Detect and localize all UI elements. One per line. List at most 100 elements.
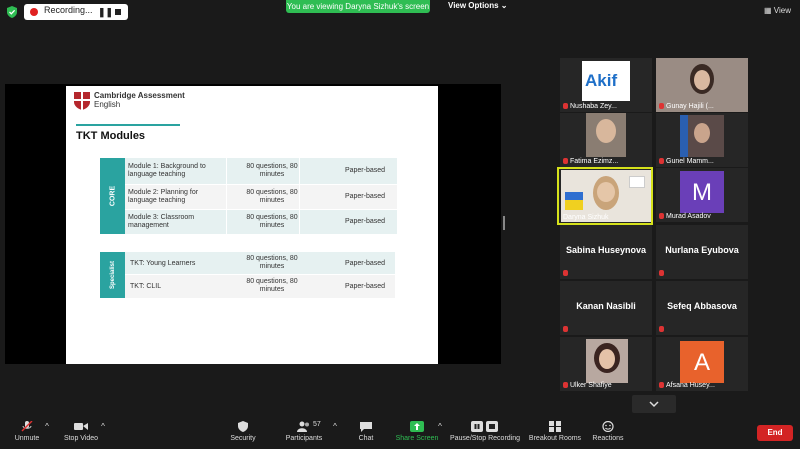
share-screen-label: Share Screen bbox=[395, 435, 439, 442]
view-button[interactable]: ▦ View bbox=[764, 6, 791, 15]
slide-title: TKT Modules bbox=[76, 130, 146, 142]
participant-tile[interactable]: Gunel Mamm... bbox=[656, 113, 748, 167]
format-cell: Paper-based bbox=[344, 218, 386, 225]
questions-cell: 80 questions, 80 minutes bbox=[246, 255, 298, 270]
smiley-icon bbox=[602, 421, 614, 432]
table-row: TKT: CLIL 80 questions, 80 minutes Paper… bbox=[125, 275, 395, 298]
presentation-slide: Cambridge Assessment English TKT Modules… bbox=[66, 86, 438, 364]
shield-icon bbox=[238, 421, 248, 432]
chevron-down-icon bbox=[649, 401, 659, 408]
end-meeting-button[interactable]: End bbox=[757, 425, 793, 441]
participant-name: Kanan Nasibli bbox=[576, 301, 636, 311]
chat-bubble-icon bbox=[360, 422, 372, 432]
pause-stop-recording-button[interactable]: Pause/Stop Recording bbox=[449, 421, 521, 442]
recording-indicator: Recording... ❚❚ bbox=[24, 4, 128, 20]
muted-mic-icon bbox=[563, 158, 568, 164]
video-camera-icon bbox=[74, 423, 88, 430]
view-options-menu[interactable]: View Options ⌄ bbox=[448, 1, 507, 10]
meeting-toolbar: Unmute ^ Stop Video ^ Security Participa… bbox=[0, 416, 800, 449]
participant-tile[interactable]: Sefeq Abbasova bbox=[656, 281, 748, 335]
participant-tile[interactable]: Nurlana Eyubova bbox=[656, 225, 748, 279]
participant-name: Nushaba Zey... bbox=[570, 103, 617, 110]
breakout-rooms-label: Breakout Rooms bbox=[528, 435, 582, 442]
share-screen-button[interactable]: Share Screen bbox=[394, 421, 440, 442]
participant-logo: Akif bbox=[582, 61, 630, 101]
unmute-button[interactable]: Unmute bbox=[10, 421, 44, 442]
questions-cell: 80 questions, 80 minutes bbox=[246, 163, 298, 178]
muted-mic-icon bbox=[563, 103, 568, 109]
format-cell: Paper-based bbox=[344, 260, 386, 267]
module-cell: TKT: Young Learners bbox=[130, 260, 196, 267]
muted-mic-icon bbox=[21, 421, 33, 432]
participant-tile[interactable]: Akif Nushaba Zey... bbox=[560, 58, 652, 112]
table-row: Module 2: Planning for language teaching… bbox=[125, 185, 397, 209]
pause-recording-icon[interactable]: ❚❚ bbox=[98, 7, 113, 18]
logo-text: Akif bbox=[585, 71, 618, 90]
brand-name: Cambridge Assessment bbox=[94, 91, 185, 100]
column-divider bbox=[299, 158, 300, 234]
muted-mic-icon bbox=[659, 213, 664, 219]
participant-avatar: M bbox=[680, 171, 724, 213]
participants-options-caret[interactable]: ^ bbox=[330, 422, 340, 431]
column-divider bbox=[226, 158, 227, 234]
muted-mic-icon bbox=[659, 382, 664, 388]
video-options-caret[interactable]: ^ bbox=[98, 422, 108, 431]
module-cell: Module 3: Classroom management bbox=[128, 214, 195, 229]
participant-tile[interactable]: Kanan Nasibli bbox=[560, 281, 652, 335]
reactions-label: Reactions bbox=[592, 435, 624, 442]
breakout-rooms-button[interactable]: Breakout Rooms bbox=[528, 421, 582, 442]
security-button[interactable]: Security bbox=[226, 421, 260, 442]
module-cell: Module 2: Planning for language teaching bbox=[128, 189, 199, 204]
questions-cell: 80 questions, 80 minutes bbox=[246, 278, 298, 293]
pause-stop-recording-label: Pause/Stop Recording bbox=[449, 435, 521, 442]
splitter-handle[interactable] bbox=[503, 216, 505, 230]
core-label: CORE bbox=[109, 185, 116, 207]
participant-tile-active-speaker[interactable]: Daryna Sizhuk bbox=[557, 167, 653, 225]
participant-name: Ulker Shafiye bbox=[570, 382, 612, 389]
chat-button[interactable]: Chat bbox=[352, 421, 380, 442]
muted-mic-icon bbox=[659, 326, 664, 332]
viewing-banner: You are viewing Daryna Sizhuk's screen bbox=[286, 0, 430, 13]
table-row: TKT: Young Learners 80 questions, 80 min… bbox=[125, 252, 395, 274]
participants-icon bbox=[297, 421, 309, 432]
pause-stop-icon bbox=[471, 421, 498, 432]
share-options-caret[interactable]: ^ bbox=[435, 422, 445, 431]
muted-mic-icon bbox=[659, 158, 664, 164]
participant-avatar: A bbox=[680, 341, 724, 383]
muted-mic-icon bbox=[563, 326, 568, 332]
stop-video-button[interactable]: Stop Video bbox=[60, 421, 102, 442]
participant-name: Sefeq Abbasova bbox=[667, 301, 737, 311]
muted-mic-icon bbox=[659, 103, 664, 109]
participant-tile[interactable]: Ulker Shafiye bbox=[560, 337, 652, 391]
participant-name: Afsana Husey... bbox=[666, 382, 715, 389]
gallery-next-page-button[interactable] bbox=[632, 395, 676, 413]
format-cell: Paper-based bbox=[344, 193, 386, 200]
recording-label: Recording... bbox=[44, 5, 93, 15]
security-label: Security bbox=[230, 435, 256, 442]
stop-recording-icon[interactable] bbox=[115, 9, 121, 15]
muted-mic-icon bbox=[563, 270, 568, 276]
participant-tile[interactable]: Fatima Ezimz... bbox=[560, 113, 652, 167]
participants-label: Participants bbox=[285, 435, 323, 442]
chat-label: Chat bbox=[358, 435, 374, 442]
participant-name: Gunay Hajili (... bbox=[666, 103, 714, 110]
cambridge-shield-logo bbox=[74, 92, 90, 110]
questions-cell: 80 questions, 80 minutes bbox=[246, 189, 298, 204]
recording-dot-icon bbox=[30, 8, 38, 16]
avatar-initial: M bbox=[692, 179, 712, 206]
reactions-button[interactable]: Reactions bbox=[591, 421, 625, 442]
participant-tile[interactable]: Gunay Hajili (... bbox=[656, 58, 748, 112]
questions-cell: 80 questions, 80 minutes bbox=[246, 214, 298, 229]
shield-icon[interactable] bbox=[6, 6, 18, 18]
title-underline bbox=[76, 124, 180, 126]
format-cell: Paper-based bbox=[344, 283, 386, 290]
specialist-band: Specialist bbox=[100, 252, 125, 298]
participant-tile[interactable]: Sabina Huseynova bbox=[560, 225, 652, 279]
participant-video bbox=[586, 113, 626, 157]
participant-name: Daryna Sizhuk bbox=[563, 214, 609, 221]
audio-options-caret[interactable]: ^ bbox=[42, 422, 52, 431]
brand-subtitle: English bbox=[94, 100, 121, 109]
format-cell: Paper-based bbox=[344, 167, 386, 174]
participant-tile[interactable]: M Murad Asadov bbox=[656, 168, 748, 222]
participant-tile[interactable]: A Afsana Husey... bbox=[656, 337, 748, 391]
